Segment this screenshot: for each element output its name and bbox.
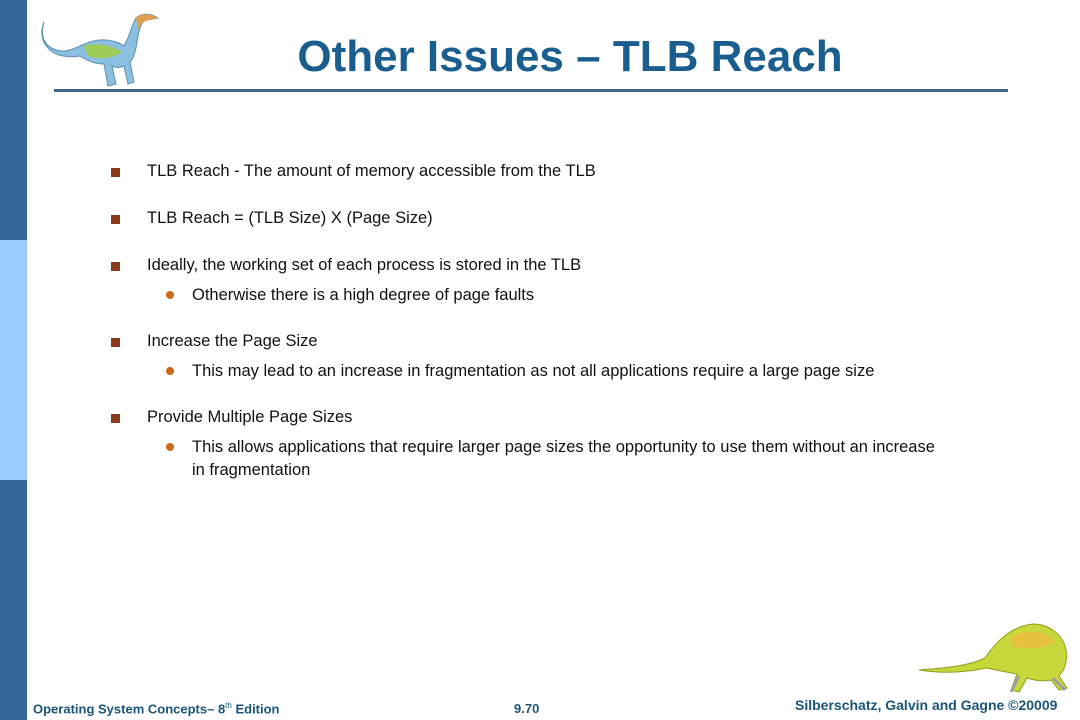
square-bullet-icon [111, 168, 120, 177]
sub-bullet-text: This allows applications that require la… [192, 438, 935, 479]
bullet-text: Provide Multiple Page Sizes [147, 408, 353, 426]
slide-title: Other Issues – TLB Reach [297, 32, 843, 81]
round-bullet-icon [166, 367, 174, 375]
square-bullet-icon [111, 262, 120, 271]
square-bullet-icon [111, 338, 120, 347]
footer-book-suffix: Edition [231, 701, 280, 717]
bullet-text: TLB Reach = (TLB Size) X (Page Size) [147, 209, 433, 227]
sidebar-band-middle [0, 240, 27, 480]
sub-bullet-text: This may lead to an increase in fragment… [192, 362, 875, 380]
footer-book-title: Operating System Concepts– 8th Edition [33, 701, 280, 716]
round-bullet-icon [166, 443, 174, 451]
title-underline [54, 89, 1008, 92]
sidebar-band-bottom [0, 480, 27, 720]
bullet-text: Increase the Page Size [147, 332, 318, 350]
footer-book-text: Operating System Concepts– 8 [33, 701, 226, 717]
footer-book-sup: th [225, 701, 232, 710]
round-bullet-icon [166, 291, 174, 299]
dinosaur-footer-icon [918, 623, 1068, 693]
footer-copyright: Silberschatz, Galvin and Gagne ©20009 [795, 697, 1058, 713]
bullet-text: Ideally, the working set of each process… [147, 256, 582, 274]
bullet-text: TLB Reach - The amount of memory accessi… [147, 162, 596, 180]
sub-bullet-text: Otherwise there is a high degree of page… [192, 286, 535, 304]
slide-number: 9.70 [514, 701, 540, 716]
square-bullet-icon [111, 215, 120, 224]
square-bullet-icon [111, 414, 120, 423]
